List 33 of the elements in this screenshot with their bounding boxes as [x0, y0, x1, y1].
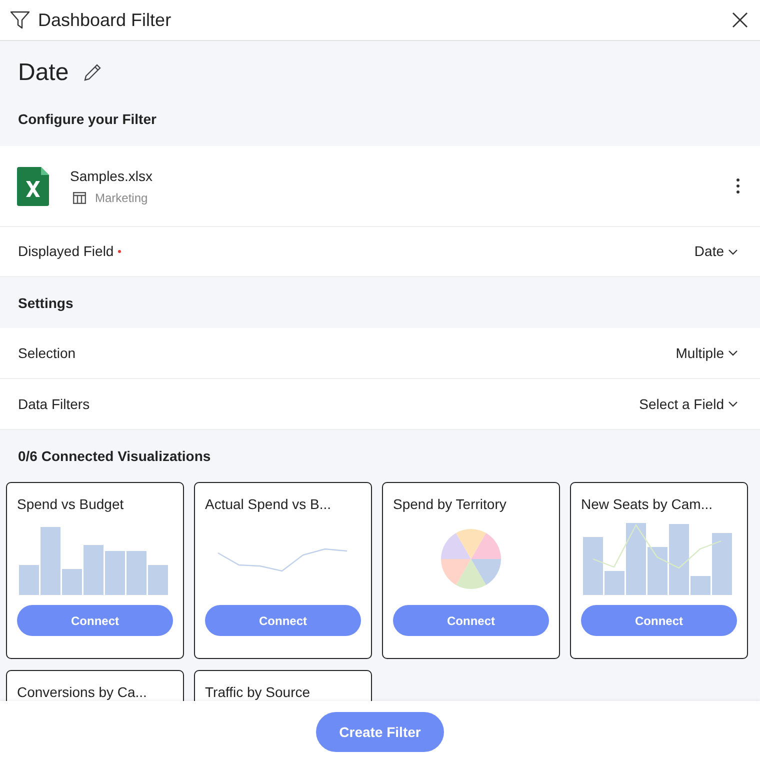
table-icon — [73, 192, 86, 204]
card-title: Spend vs Budget — [17, 495, 125, 513]
filter-icon — [10, 10, 30, 30]
window-title: Dashboard Filter — [38, 8, 172, 32]
sheet-name: Marketing — [95, 190, 148, 206]
card-title: Spend by Territory — [393, 495, 508, 513]
chevron-down-icon — [728, 248, 738, 254]
connect-button[interactable]: Connect — [17, 605, 173, 636]
card-title: New Seats by Cam... — [581, 495, 714, 513]
pie-chart-thumbnail — [441, 529, 501, 589]
close-button[interactable] — [730, 10, 750, 30]
field-label: Displayed Field — [18, 242, 114, 261]
chevron-down-icon — [728, 350, 738, 356]
field-dropdown[interactable]: Date — [694, 241, 738, 262]
spreadsheet-file-icon — [17, 166, 49, 206]
setting-label: Data Filters — [18, 394, 90, 414]
filter-name: Date — [18, 58, 69, 88]
connect-button[interactable]: Connect — [581, 605, 737, 636]
connect-button[interactable]: Connect — [205, 605, 361, 636]
setting-dropdown[interactable]: Multiple — [676, 342, 738, 364]
setting-label: Selection — [18, 344, 76, 362]
file-name: Samples.xlsx — [70, 166, 152, 186]
create-filter-button[interactable]: Create Filter — [316, 712, 444, 752]
card-title: Actual Spend vs B... — [205, 495, 332, 513]
card-title: Traffic by Source — [205, 683, 312, 701]
card-title: Conversions by Ca... — [17, 683, 148, 701]
section-heading: Settings — [18, 296, 74, 310]
connect-button[interactable]: Connect — [393, 605, 549, 636]
more-options-icon[interactable] — [736, 178, 740, 194]
section-heading: Configure your Filter — [18, 112, 156, 126]
section-heading: 0/6 Connected Visualizations — [18, 449, 211, 463]
chevron-down-icon — [728, 401, 738, 407]
setting-dropdown[interactable]: Select a Field — [639, 394, 738, 414]
